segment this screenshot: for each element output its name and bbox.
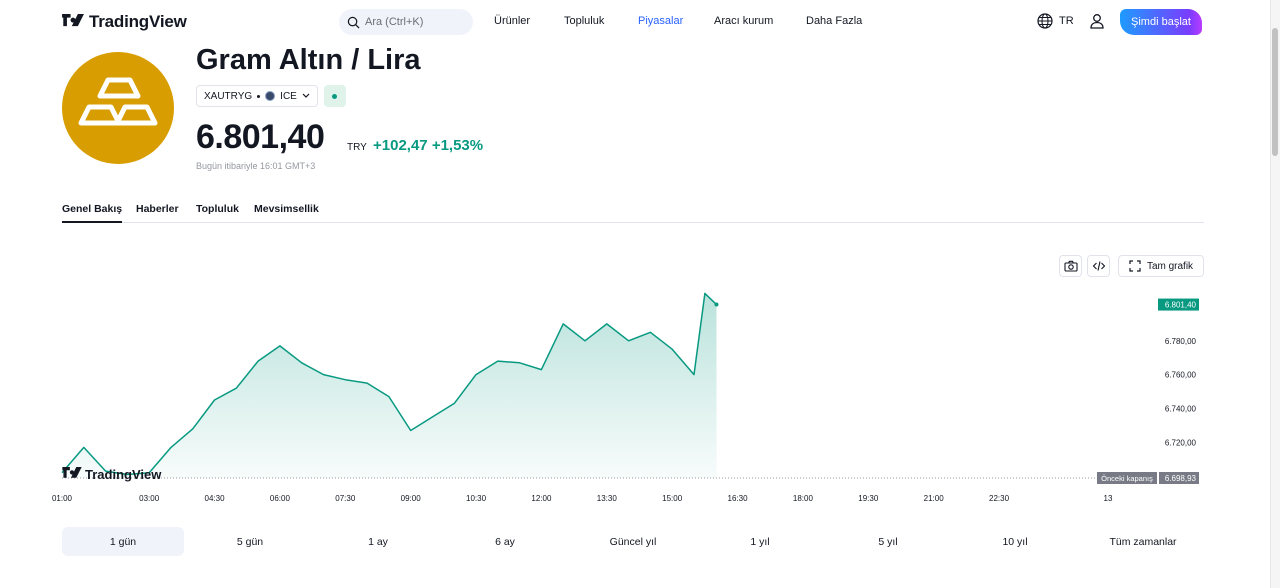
- previous-close-label: 6.698,93: [1165, 474, 1197, 483]
- x-tick-label: 03:00: [139, 494, 160, 503]
- tradingview-watermark-icon: [62, 467, 82, 478]
- page-scrollbar[interactable]: [1270, 0, 1280, 588]
- x-tick-label: 04:30: [205, 494, 226, 503]
- range-1m[interactable]: 1 ay: [317, 527, 439, 556]
- range-1y[interactable]: 1 yıl: [699, 527, 821, 556]
- x-tick-label: 07:30: [335, 494, 356, 503]
- x-tick-label: 21:00: [924, 494, 945, 503]
- x-tick-label: 10:30: [466, 494, 487, 503]
- x-tick-label: 18:00: [793, 494, 814, 503]
- last-price-label: 6.801,40: [1165, 301, 1197, 310]
- range-10y[interactable]: 10 yıl: [954, 527, 1076, 556]
- y-tick-label: 6.760,00: [1165, 371, 1197, 380]
- last-price-dot: [714, 302, 719, 307]
- x-tick-label: 12:00: [531, 494, 552, 503]
- range-5d[interactable]: 5 gün: [189, 527, 311, 556]
- chart-watermark: TradingView: [62, 467, 161, 482]
- x-tick-label: 06:00: [270, 494, 291, 503]
- x-tick-label: 22:30: [989, 494, 1010, 503]
- x-tick-label: 13: [1104, 494, 1113, 503]
- range-5y[interactable]: 5 yıl: [827, 527, 949, 556]
- time-range-selector: 1 gün 5 gün 1 ay 6 ay Güncel yıl 1 yıl 5…: [62, 527, 1204, 556]
- x-tick-label: 19:30: [858, 494, 879, 503]
- y-tick-label: 6.780,00: [1165, 337, 1197, 346]
- x-tick-label: 01:00: [52, 494, 73, 503]
- x-tick-label: 13:30: [597, 494, 618, 503]
- price-area-fill: [62, 293, 717, 478]
- y-tick-label: 6.720,00: [1165, 438, 1197, 447]
- price-chart[interactable]: 6.780,00 6.760,00 6.740,00 6.720,00 6.801,40…: [0, 0, 1270, 520]
- range-ytd[interactable]: Güncel yıl: [572, 527, 694, 556]
- scroll-thumb[interactable]: [1272, 28, 1278, 156]
- x-tick-label: 16:30: [728, 494, 749, 503]
- range-6m[interactable]: 6 ay: [444, 527, 566, 556]
- y-tick-label: 6.740,00: [1165, 404, 1197, 413]
- range-1d[interactable]: 1 gün: [62, 527, 184, 556]
- x-tick-label: 09:00: [401, 494, 422, 503]
- range-all[interactable]: Tüm zamanlar: [1082, 527, 1204, 556]
- watermark-text: TradingView: [85, 467, 162, 482]
- previous-close-title: Önceki kapanış: [1101, 474, 1153, 483]
- x-tick-label: 15:00: [662, 494, 683, 503]
